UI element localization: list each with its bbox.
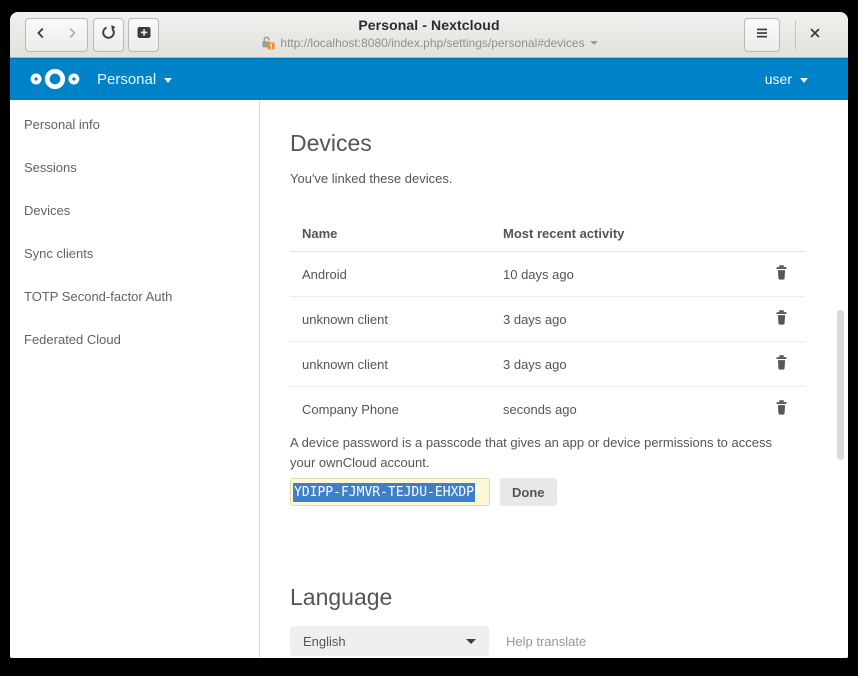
language-select[interactable]: English [290, 626, 489, 656]
url-dropdown-caret-icon [590, 41, 598, 45]
sidebar-item-totp-second-factor-auth[interactable]: TOTP Second-factor Auth [10, 275, 259, 318]
browser-window: Personal - Nextcloud http://localhost:80… [10, 12, 848, 658]
app-menu[interactable]: Personal [97, 71, 172, 88]
delete-device-icon[interactable] [774, 399, 789, 416]
close-window-button[interactable] [806, 26, 824, 44]
device-name: Company Phone [290, 387, 491, 432]
device-name: unknown client [290, 342, 491, 387]
user-menu-caret-icon [800, 78, 808, 83]
table-row: unknown client 3 days ago [290, 297, 805, 342]
sidebar-item-personal-info[interactable]: Personal info [10, 103, 259, 146]
done-button[interactable]: Done [500, 478, 557, 506]
hamburger-icon [754, 25, 770, 46]
delete-device-icon[interactable] [774, 309, 789, 326]
back-button[interactable] [25, 18, 57, 52]
device-activity: 3 days ago [491, 297, 745, 342]
table-row: Android 10 days ago [290, 252, 805, 297]
delete-device-icon[interactable] [774, 354, 789, 371]
devices-subtitle: You've linked these devices. [290, 171, 848, 186]
scrollbar-thumb[interactable] [837, 310, 844, 460]
nextcloud-logo[interactable] [28, 64, 82, 94]
reload-button[interactable] [93, 18, 124, 52]
window-title-block: Personal - Nextcloud http://localhost:80… [169, 17, 689, 50]
device-password-value: YDIPP-FJMVR-TEJDU-EHXDP [293, 483, 475, 502]
settings-page: Personal info Sessions Devices Sync clie… [10, 100, 848, 658]
help-translate-link[interactable]: Help translate [506, 634, 586, 649]
url-text: http://localhost:8080/index.php/settings… [280, 36, 584, 50]
devices-section-title: Devices [290, 130, 848, 157]
reload-icon [100, 24, 117, 46]
table-row: unknown client 3 days ago [290, 342, 805, 387]
sidebar-item-sync-clients[interactable]: Sync clients [10, 232, 259, 275]
device-password-input[interactable]: YDIPP-FJMVR-TEJDU-EHXDP [290, 478, 490, 506]
app-menu-label: Personal [97, 71, 156, 88]
device-activity: 3 days ago [491, 342, 745, 387]
app-menu-caret-icon [164, 78, 172, 83]
language-row: English Help translate [290, 626, 848, 656]
titlebar-separator [795, 20, 796, 50]
chevron-right-icon [64, 25, 80, 46]
table-header-row: Name Most recent activity [290, 216, 805, 252]
device-activity: seconds ago [491, 387, 745, 432]
forward-button[interactable] [56, 18, 88, 52]
device-activity: 10 days ago [491, 252, 745, 297]
column-header-actions [745, 216, 805, 252]
settings-sidebar: Personal info Sessions Devices Sync clie… [10, 100, 260, 658]
sidebar-item-federated-cloud[interactable]: Federated Cloud [10, 318, 259, 361]
language-section-title: Language [290, 584, 848, 611]
language-selected-value: English [303, 634, 346, 649]
device-name: unknown client [290, 297, 491, 342]
chevron-left-icon [33, 25, 49, 46]
table-row: Company Phone seconds ago [290, 387, 805, 432]
titlebar: Personal - Nextcloud http://localhost:80… [10, 12, 848, 58]
device-password-note: A device password is a passcode that giv… [290, 433, 787, 472]
user-menu[interactable]: user [765, 71, 808, 87]
close-icon [808, 26, 822, 45]
new-tab-button[interactable] [128, 18, 159, 52]
device-password-row: YDIPP-FJMVR-TEJDU-EHXDP Done [290, 478, 848, 506]
new-tab-icon [136, 25, 152, 45]
address-bar[interactable]: http://localhost:8080/index.php/settings… [169, 35, 689, 50]
delete-device-icon[interactable] [774, 264, 789, 281]
column-header-activity: Most recent activity [491, 216, 745, 252]
window-title: Personal - Nextcloud [169, 17, 689, 33]
sidebar-item-sessions[interactable]: Sessions [10, 146, 259, 189]
sidebar-item-devices[interactable]: Devices [10, 189, 259, 232]
settings-content: Devices You've linked these devices. Nam… [260, 100, 848, 658]
user-menu-label: user [765, 71, 792, 87]
device-name: Android [290, 252, 491, 297]
insecure-lock-icon [260, 35, 275, 50]
column-header-name: Name [290, 216, 491, 252]
nextcloud-header: Personal user [10, 58, 848, 100]
select-caret-icon [466, 639, 476, 644]
devices-table: Name Most recent activity Android 10 day… [290, 216, 805, 431]
menu-button[interactable] [744, 18, 780, 52]
